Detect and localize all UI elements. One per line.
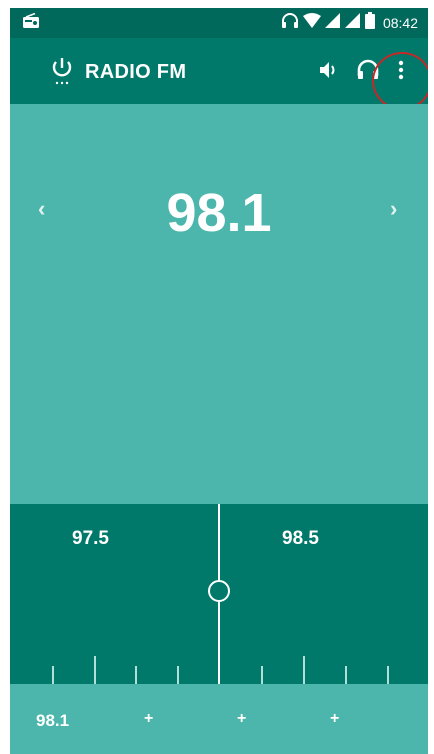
radio-icon	[22, 12, 40, 34]
power-icon[interactable]	[50, 56, 74, 86]
tuner-knob[interactable]	[208, 580, 230, 602]
chevron-right-icon[interactable]: ›	[390, 196, 397, 222]
dial-tick	[52, 666, 54, 684]
signal-icon	[344, 12, 361, 34]
app-bar: RADIO FM	[10, 38, 428, 110]
tuner-label-right: 98.5	[282, 528, 319, 549]
status-time: 08:42	[382, 15, 418, 31]
tuner-dial[interactable]: 97.5 98.5	[10, 504, 428, 684]
volume-icon[interactable]	[317, 58, 341, 87]
current-frequency: 98.1	[166, 183, 272, 243]
preset-add-button[interactable]: +	[144, 710, 153, 728]
battery-icon	[364, 12, 375, 34]
dial-tick	[261, 666, 263, 684]
highlight-circle	[372, 52, 428, 110]
phone-screen: 08:42 RADIO FM ‹ 98.1 › 97.5 98.5 98.1 +…	[10, 8, 428, 754]
signal-icon	[324, 12, 341, 34]
dial-tick	[94, 656, 96, 684]
tuner-label-left: 97.5	[72, 528, 109, 549]
status-bar: 08:42	[10, 8, 428, 38]
preset-station[interactable]: 98.1	[36, 711, 69, 731]
app-title: RADIO FM	[85, 61, 187, 83]
dial-tick	[177, 666, 179, 684]
dial-tick	[387, 666, 389, 684]
preset-bar: 98.1 + + +	[10, 684, 428, 754]
preset-add-button[interactable]: +	[237, 710, 246, 728]
headset-icon	[281, 12, 299, 34]
preset-add-button[interactable]: +	[330, 710, 339, 728]
dial-tick	[303, 656, 305, 684]
dial-tick	[345, 666, 347, 684]
wifi-icon	[302, 12, 321, 34]
dial-tick	[135, 666, 137, 684]
station-display: ‹ 98.1 ›	[10, 104, 428, 504]
